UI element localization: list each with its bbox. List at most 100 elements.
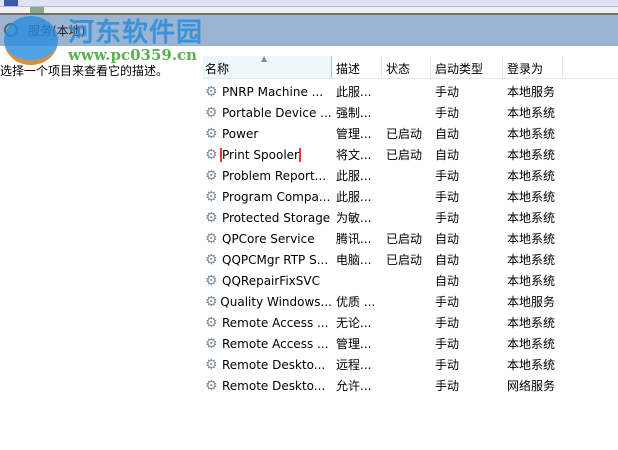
description-cell: 电脑... — [336, 253, 372, 267]
table-row[interactable]: ⚙ Remote Deskto... 允许... 手动 网络服务 — [203, 375, 618, 396]
service-name: Protected Storage — [222, 210, 331, 225]
service-name-cell[interactable]: ⚙ Remote Deskto... — [203, 358, 332, 372]
table-row[interactable]: ⚙ Power 管理... 已启动 自动 本地系统 — [203, 123, 618, 144]
logon-cell: 本地系统 — [507, 274, 556, 288]
service-name: Portable Device ... — [222, 105, 332, 120]
table-row[interactable]: ⚙ QQRepairFixSVC 自动 本地系统 — [203, 270, 618, 291]
service-name-cell[interactable]: ⚙ Remote Access ... — [203, 316, 332, 330]
gear-icon: ⚙ — [205, 147, 218, 162]
service-name-cell[interactable]: ⚙ PNRP Machine ... — [203, 85, 332, 99]
gear-icon: ⚙ — [205, 273, 218, 288]
service-name-cell[interactable]: ⚙ Program Compa... — [203, 190, 332, 204]
column-label: 名称 — [205, 62, 230, 76]
status-cell: 已启动 — [386, 127, 423, 141]
service-name: Remote Access ... — [222, 315, 329, 330]
table-row[interactable]: ⚙ QQPCMgr RTP S... 电脑... 已启动 自动 本地系统 — [203, 249, 618, 270]
sort-ascending-icon: ▲ — [261, 54, 268, 63]
gear-icon: ⚙ — [205, 294, 218, 309]
gear-icon: ⚙ — [205, 357, 218, 372]
service-name-cell[interactable]: ⚙ Power — [203, 127, 332, 141]
toolbar-icon[interactable] — [30, 7, 44, 13]
service-name-cell[interactable]: ⚙ Remote Access ... — [203, 337, 332, 351]
service-name: Problem Report... — [222, 168, 327, 183]
watermark-logo-icon — [4, 16, 58, 65]
gear-icon: ⚙ — [205, 210, 218, 225]
startup-type-cell: 手动 — [435, 85, 460, 99]
service-name-cell[interactable]: ⚙ Quality Windows... — [203, 295, 332, 309]
service-name-cell[interactable]: ⚙ Remote Deskto... — [203, 379, 332, 393]
column-startup-type[interactable]: 启动类型 — [431, 56, 503, 78]
logon-cell: 网络服务 — [507, 379, 556, 393]
service-name-cell[interactable]: ⚙ Print Spooler — [203, 147, 332, 162]
logon-cell: 本地系统 — [507, 232, 556, 246]
service-name-cell[interactable]: ⚙ QPCore Service — [203, 232, 332, 246]
table-row[interactable]: ⚙ QPCore Service 腾讯... 已启动 自动 本地系统 — [203, 228, 618, 249]
service-name: Remote Access ... — [222, 336, 329, 351]
logon-cell: 本地系统 — [507, 169, 556, 183]
logon-cell: 本地系统 — [507, 316, 556, 330]
table-row[interactable]: ⚙ Protected Storage 为敏... 手动 本地系统 — [203, 207, 618, 228]
service-name: PNRP Machine ... — [222, 84, 324, 99]
app-icon — [4, 0, 18, 6]
service-name: QQRepairFixSVC — [222, 273, 320, 288]
table-row[interactable]: ⚙ Problem Report... 此服... 手动 本地系统 — [203, 165, 618, 186]
watermark-name: 河东软件园 — [68, 18, 204, 48]
gear-icon: ⚙ — [205, 315, 218, 330]
status-cell: 已启动 — [386, 232, 423, 246]
logon-cell: 本地系统 — [507, 106, 556, 120]
service-name: Quality Windows... — [220, 294, 332, 309]
table-row[interactable]: ⚙ Remote Access ... 无论... 手动 本地系统 — [203, 312, 618, 333]
gear-icon: ⚙ — [205, 378, 218, 393]
startup-type-cell: 手动 — [435, 358, 460, 372]
table-row[interactable]: ⚙ Quality Windows... 优质 ... 手动 本地服务 — [203, 291, 618, 312]
startup-type-cell: 自动 — [435, 127, 460, 141]
logon-cell: 本地系统 — [507, 190, 556, 204]
table-row[interactable]: ⚙ Print Spooler 将文... 已启动 自动 本地系统 — [203, 144, 618, 165]
column-logon-as[interactable]: 登录为 — [503, 56, 563, 78]
table-body: ⚙ PNRP Machine ... 此服... 手动 本地服务 ⚙ Portable… — [203, 79, 618, 396]
logon-cell: 本地系统 — [507, 127, 556, 141]
description-cell: 无论... — [336, 316, 372, 330]
table-row[interactable]: ⚙ Remote Deskto... 远程... 手动 本地系统 — [203, 354, 618, 375]
startup-type-cell: 自动 — [435, 148, 460, 162]
description-cell: 管理... — [336, 337, 372, 351]
service-name: QPCore Service — [222, 231, 315, 246]
column-filler — [563, 56, 618, 78]
table-row[interactable]: ⚙ Remote Access ... 管理... 手动 本地系统 — [203, 333, 618, 354]
service-name: Print Spooler — [220, 147, 301, 162]
description-text: 选择一个项目来查看它的描述。 — [0, 64, 169, 78]
table-row[interactable]: ⚙ PNRP Machine ... 此服... 手动 本地服务 — [203, 81, 618, 102]
status-cell: 已启动 — [386, 148, 423, 162]
service-name: Remote Deskto... — [222, 357, 326, 372]
service-name-cell[interactable]: ⚙ QQPCMgr RTP S... — [203, 253, 332, 267]
column-status[interactable]: 状态 — [382, 56, 431, 78]
gear-icon: ⚙ — [205, 189, 218, 204]
services-table: ▲ 名称 描述 状态 启动类型 登录为 ⚙ PNRP Machine ... 此服.… — [203, 54, 618, 396]
service-name: QQPCMgr RTP S... — [222, 252, 329, 267]
service-name-cell[interactable]: ⚙ QQRepairFixSVC — [203, 274, 332, 288]
description-cell: 将文... — [336, 148, 372, 162]
status-cell: 已启动 — [386, 253, 423, 267]
startup-type-cell: 手动 — [435, 316, 460, 330]
table-row[interactable]: ⚙ Portable Device ... 强制... 手动 本地系统 — [203, 102, 618, 123]
description-cell: 管理... — [336, 127, 372, 141]
startup-type-cell: 手动 — [435, 169, 460, 183]
service-name-cell[interactable]: ⚙ Portable Device ... — [203, 106, 332, 120]
service-name: Program Compa... — [222, 189, 331, 204]
table-row[interactable]: ⚙ Program Compa... 此服... 手动 本地系统 — [203, 186, 618, 207]
description-cell: 腾讯... — [336, 232, 372, 246]
service-name-cell[interactable]: ⚙ Problem Report... — [203, 169, 332, 183]
startup-type-cell: 自动 — [435, 232, 460, 246]
logon-cell: 本地系统 — [507, 358, 556, 372]
gear-icon: ⚙ — [205, 252, 218, 267]
column-name[interactable]: ▲ 名称 — [203, 54, 332, 78]
logon-cell: 本地服务 — [507, 295, 556, 309]
gear-icon: ⚙ — [205, 231, 218, 246]
description-cell: 为敏... — [336, 211, 372, 225]
title-bar — [0, 0, 618, 7]
description-cell: 允许... — [336, 379, 372, 393]
logon-cell: 本地系统 — [507, 253, 556, 267]
logon-cell: 本地系统 — [507, 211, 556, 225]
service-name-cell[interactable]: ⚙ Protected Storage — [203, 211, 332, 225]
column-description[interactable]: 描述 — [332, 56, 382, 78]
